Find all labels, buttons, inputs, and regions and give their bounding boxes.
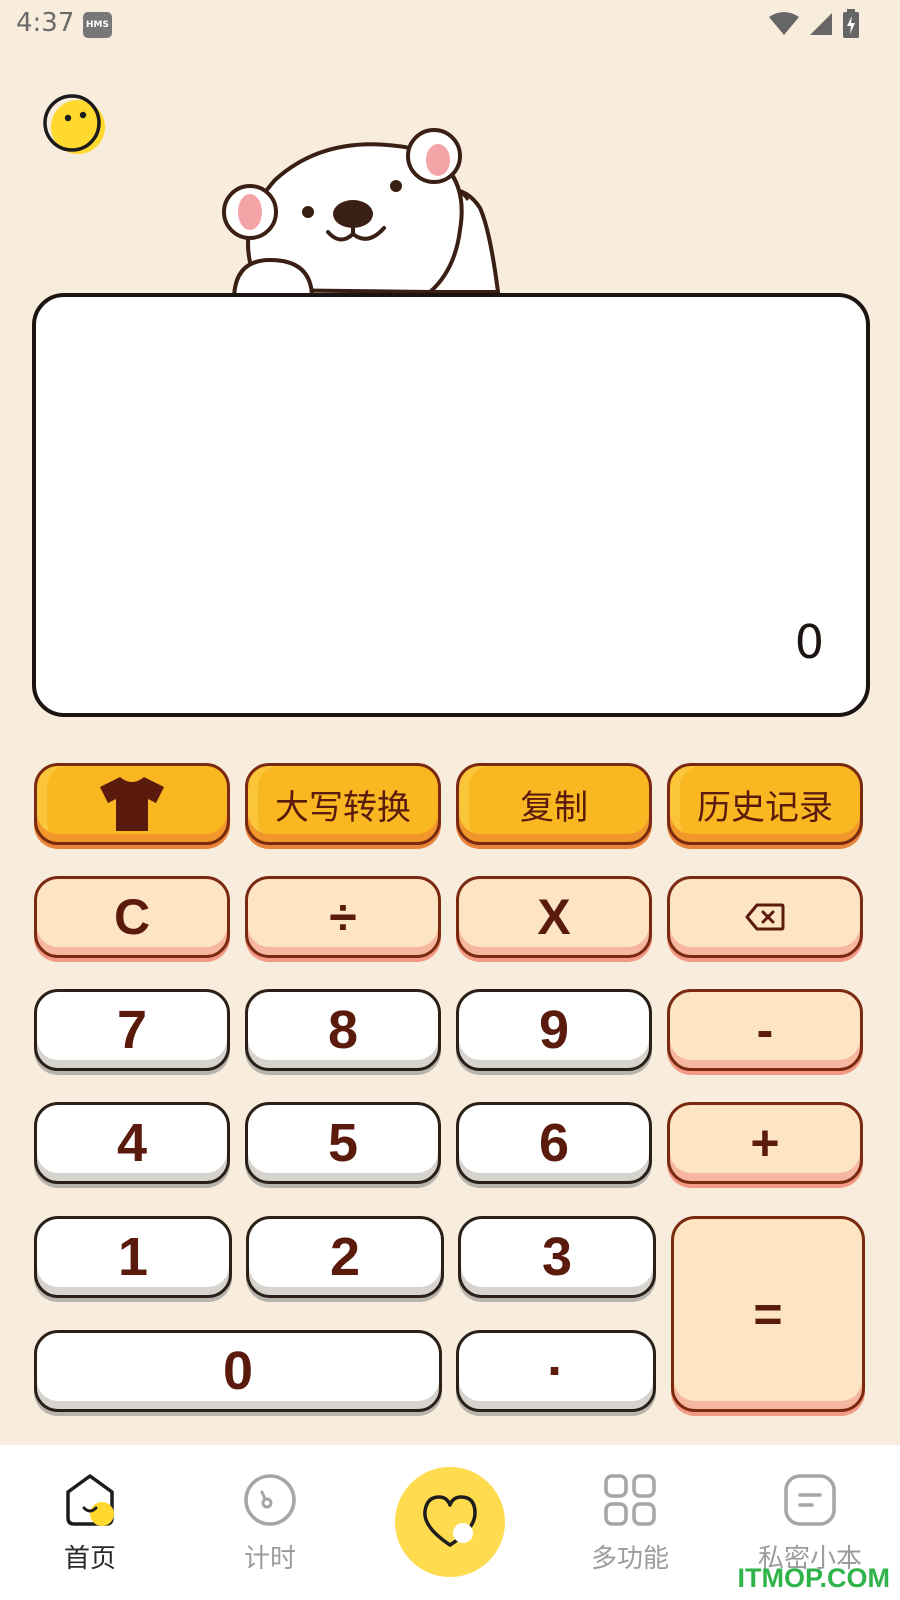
digit-8-button[interactable]: 8 [245,989,441,1071]
signal-icon [810,13,832,35]
digit-0-button[interactable]: 0 [34,1330,442,1412]
mascot-face-icon[interactable] [42,93,106,157]
battery-charging-icon [843,9,859,38]
digit-7-button[interactable]: 7 [34,989,230,1071]
minus-label: - [756,1002,774,1058]
grid-icon [604,1474,656,1526]
digit-3-label: 3 [541,1227,573,1287]
status-bar: 4:37 HMS [0,0,900,48]
nav-multi-function-label: 多功能 [590,1544,669,1574]
plus-button[interactable]: + [667,1102,863,1184]
digit-1-label: 1 [117,1227,149,1287]
digit-6-button[interactable]: 6 [456,1102,652,1184]
digit-2-button[interactable]: 2 [246,1216,444,1298]
equals-button[interactable]: = [671,1216,865,1412]
backspace-icon [745,903,785,931]
digit-4-label: 4 [116,1113,148,1173]
bottom-nav: 首页 计时 多功能 私密小本 ITMOP.COM [0,1445,900,1600]
heart-icon [423,1495,477,1547]
watermark: ITMOP.COM [737,1563,890,1593]
digit-6-label: 6 [538,1113,570,1173]
digit-5-button[interactable]: 5 [245,1102,441,1184]
equals-label: = [753,1286,783,1342]
digit-9-button[interactable]: 9 [456,989,652,1071]
status-icons [768,8,860,40]
notebook-icon [784,1474,836,1526]
display-value: 0 [794,615,824,669]
wifi-icon [769,12,799,35]
timer-icon [244,1474,296,1526]
history-button[interactable]: 历史记录 [667,763,863,845]
theme-button[interactable] [34,763,230,845]
history-label: 历史记录 [697,787,833,828]
nav-multi-function[interactable]: 多功能 [570,1470,690,1575]
plus-label: + [750,1115,780,1171]
copy-button[interactable]: 复制 [456,763,652,845]
polar-bear-illustration [222,128,501,317]
multiply-label: X [537,889,571,945]
divide-button[interactable]: ÷ [245,876,441,958]
nav-timer[interactable]: 计时 [210,1470,330,1575]
decimal-point-label: · [547,1341,565,1401]
divide-label: ÷ [329,889,357,945]
tshirt-icon [100,777,164,831]
minus-button[interactable]: - [667,989,863,1071]
decimal-point-button[interactable]: · [456,1330,656,1412]
digit-3-button[interactable]: 3 [458,1216,656,1298]
digit-8-label: 8 [327,1000,359,1060]
multiply-button[interactable]: X [456,876,652,958]
nav-home-label: 首页 [63,1544,116,1574]
status-time: 4:37 [16,8,75,38]
calculator-display: 0 [32,293,870,717]
digit-5-label: 5 [327,1113,359,1173]
digit-0-label: 0 [222,1341,254,1401]
uppercase-convert-label: 大写转换 [275,787,411,828]
digit-9-label: 9 [538,1000,570,1060]
digit-2-label: 2 [329,1227,361,1287]
uppercase-convert-button[interactable]: 大写转换 [245,763,441,845]
backspace-button[interactable] [667,876,863,958]
clear-button[interactable]: C [34,876,230,958]
digit-7-label: 7 [116,1000,148,1060]
favorite-fab[interactable] [395,1467,505,1577]
digit-1-button[interactable]: 1 [34,1216,232,1298]
clear-label: C [113,889,151,945]
digit-4-button[interactable]: 4 [34,1102,230,1184]
copy-label: 复制 [520,787,588,828]
hms-badge: HMS [83,12,112,38]
nav-home[interactable]: 首页 [30,1470,150,1575]
nav-private-notes[interactable]: 私密小本 [750,1470,870,1575]
home-icon [66,1474,114,1526]
nav-timer-label: 计时 [243,1544,296,1574]
